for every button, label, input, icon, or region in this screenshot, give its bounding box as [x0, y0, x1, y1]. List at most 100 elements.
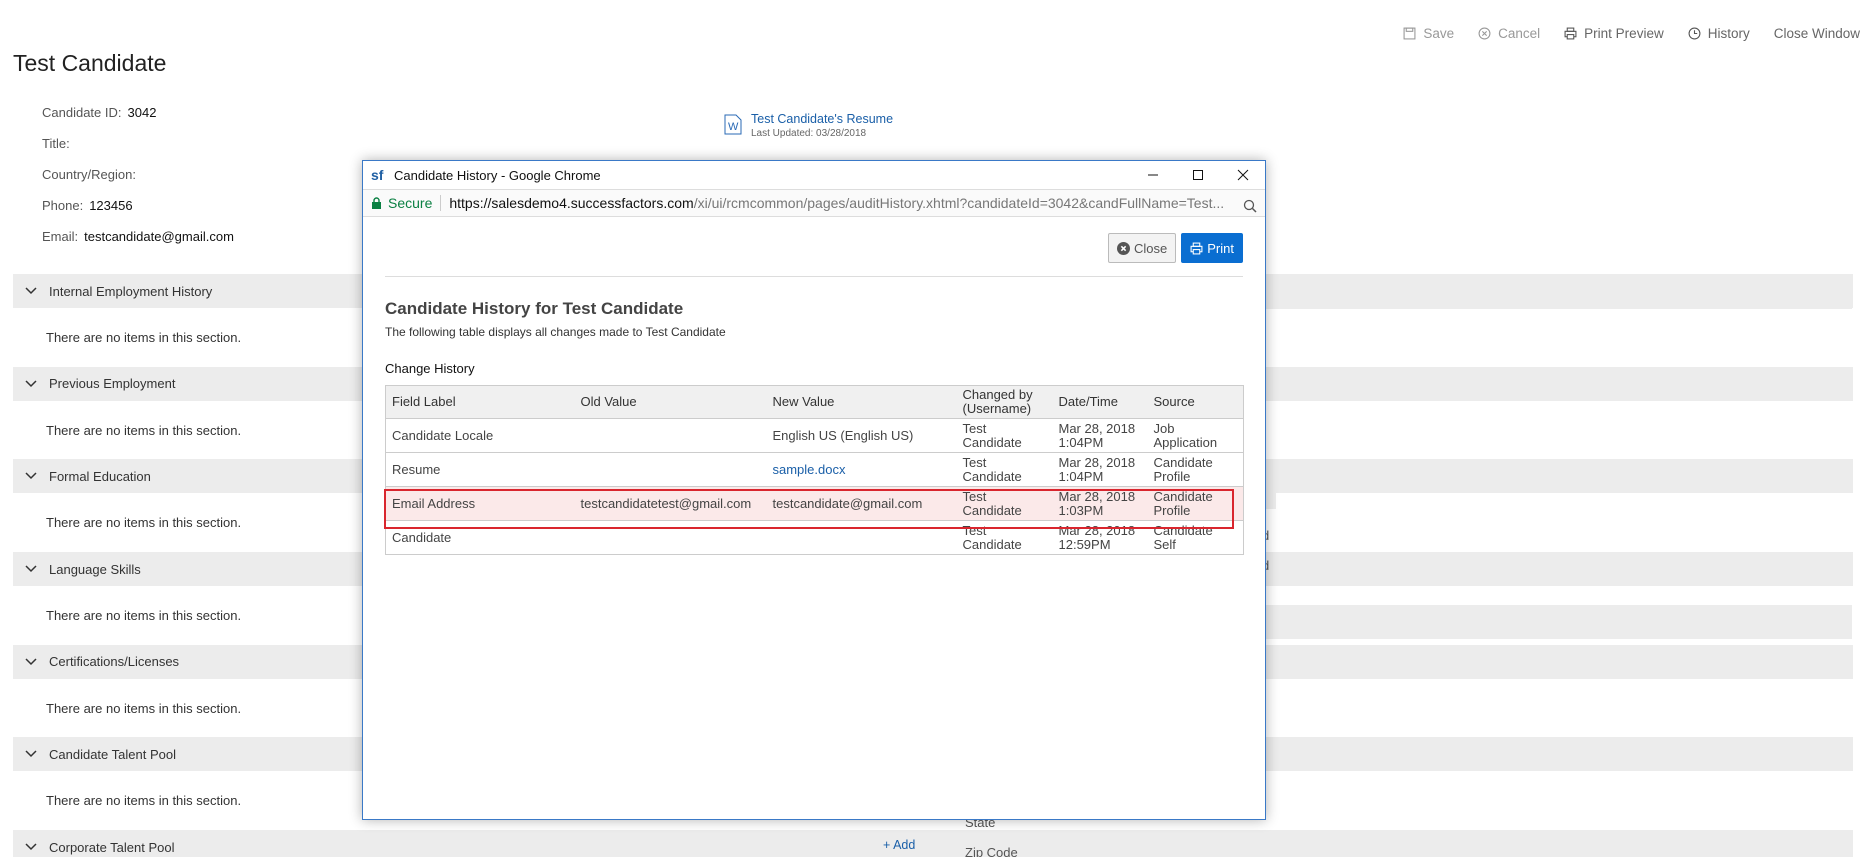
chevron-down-icon [25, 658, 37, 665]
address-separator [440, 195, 442, 211]
changed-by-cell: Test Candidate [956, 418, 1053, 453]
chevron-down-icon [25, 843, 37, 851]
svg-text:W: W [728, 121, 739, 133]
source-cell: Candidate Profile [1147, 486, 1244, 521]
candidate-history-window: sf Candidate History - Google Chrome Sec… [362, 160, 1266, 820]
chevron-down-icon [25, 380, 37, 387]
chevron-down-icon [25, 565, 37, 573]
section-header-bg [1266, 275, 1852, 309]
chevron-down-icon [25, 472, 37, 480]
date-time-cell: Mar 28, 2018 12:59PM [1052, 520, 1148, 555]
printer-icon [1190, 242, 1203, 254]
zoom-icon[interactable] [1243, 199, 1257, 213]
section-header-bg [1266, 367, 1852, 401]
column-header: Field Label [385, 385, 575, 419]
date-time-cell: Mar 28, 2018 1:04PM [1052, 418, 1148, 453]
column-header: New Value [766, 385, 957, 419]
column-header: Old Value [574, 385, 767, 419]
country-label: Country/Region: [42, 167, 136, 182]
source-cell: Candidate Self [1147, 520, 1244, 555]
field-label-cell: Email Address [385, 486, 575, 521]
source-cell: Candidate Profile [1147, 452, 1244, 487]
section-header-bg [1266, 475, 1276, 509]
history-subheading: The following table displays all changes… [385, 325, 726, 339]
print-preview-button[interactable]: Print Preview [1564, 26, 1664, 41]
table-row: Candidate Test Candidate Mar 28, 2018 12… [385, 520, 1244, 555]
url-host: https://salesdemo4.successfactors.com [449, 195, 694, 211]
section-header-bg [1266, 605, 1852, 639]
history-heading: Candidate History for Test Candidate [385, 299, 684, 318]
column-header: Changed by (Username) [956, 385, 1053, 419]
old-value-cell [574, 418, 767, 453]
source-cell: Job Application [1147, 418, 1244, 453]
field-label-cell: Candidate Locale [385, 418, 575, 453]
close-window-label: Close Window [1773, 26, 1860, 41]
address-bar[interactable]: Secure https://salesdemo4.successfactors… [363, 189, 1265, 217]
minimize-button[interactable] [1130, 161, 1175, 189]
section-corporate-talent-pool[interactable]: Corporate Talent Pool + Add [13, 830, 1853, 857]
resume-link[interactable]: Test Candidate's Resume [751, 112, 893, 126]
clock-icon [1688, 27, 1701, 40]
window-controls [1130, 161, 1265, 189]
add-button[interactable]: + Add [883, 838, 915, 852]
save-label: Save [1423, 26, 1455, 41]
close-circle-icon [1117, 241, 1131, 255]
chevron-down-icon [25, 750, 37, 758]
field-label-cell: Candidate [385, 520, 575, 555]
resume-attachment: W Test Candidate's Resume Last Updated: … [722, 112, 893, 139]
close-button[interactable]: Close [1108, 233, 1177, 263]
table-row: Resume sample.docx Test Candidate Mar 28… [385, 452, 1244, 487]
close-window-button[interactable]: Close Window [1774, 26, 1860, 41]
changed-by-cell: Test Candidate [956, 486, 1053, 521]
country-row: Country/Region: [42, 167, 234, 198]
divider [385, 276, 1243, 277]
candidate-id-row: Candidate ID: 3042 [42, 105, 234, 136]
print-button-label: Print [1207, 240, 1234, 256]
chevron-down-icon [25, 287, 37, 295]
page-title: Test Candidate [13, 50, 167, 76]
section-title: Corporate Talent Pool [49, 839, 175, 855]
old-value-cell: testcandidatetest@gmail.com [574, 486, 767, 521]
history-actions: Close Print [385, 233, 1243, 263]
word-document-icon: W [724, 114, 742, 135]
print-button[interactable]: Print [1181, 233, 1243, 263]
close-button-label: Close [1134, 240, 1168, 256]
window-title: Candidate History - Google Chrome [394, 167, 601, 183]
save-button[interactable]: Save [1403, 26, 1454, 41]
field-label-cell: Resume [385, 452, 575, 487]
minimize-icon [1147, 174, 1158, 176]
table-row-highlighted: Email Address testcandidatetest@gmail.co… [385, 486, 1244, 521]
candidate-info: Candidate ID: 3042 Title: Country/Region… [42, 105, 234, 260]
column-header: Date/Time [1052, 385, 1148, 419]
changed-by-cell: Test Candidate [956, 520, 1053, 555]
title-row: Title: [42, 136, 234, 167]
change-history-table: Field Label Old Value New Value Changed … [385, 385, 1244, 555]
old-value-cell [574, 452, 767, 487]
candidate-id-label: Candidate ID: [42, 105, 122, 120]
save-icon [1403, 27, 1416, 40]
cancel-button[interactable]: Cancel [1478, 26, 1540, 41]
candidate-id-value: 3042 [127, 105, 157, 120]
old-value-cell [574, 520, 767, 555]
cancel-label: Cancel [1498, 26, 1541, 41]
section-title: Language Skills [49, 561, 141, 577]
secure-label: Secure [388, 195, 433, 211]
maximize-button[interactable] [1175, 161, 1220, 189]
section-title: Internal Employment History [49, 283, 213, 299]
phone-value: 123456 [89, 198, 133, 213]
table-header-row: Field Label Old Value New Value Changed … [385, 385, 1244, 419]
section-title: Candidate Talent Pool [49, 746, 176, 762]
new-value-cell [766, 520, 957, 555]
resume-file-link[interactable]: sample.docx [766, 452, 957, 487]
close-icon [1237, 169, 1248, 181]
resume-updated: Last Updated: 03/28/2018 [751, 128, 867, 139]
maximize-icon [1192, 170, 1203, 180]
change-history-label: Change History [385, 361, 475, 376]
lock-icon [372, 197, 381, 209]
email-label: Email: [42, 229, 79, 244]
new-value-cell: testcandidate@gmail.com [766, 486, 957, 521]
close-window-x-button[interactable] [1220, 161, 1265, 189]
email-row: Email: testcandidate@gmail.com [42, 229, 234, 260]
cancel-icon [1478, 27, 1491, 40]
history-button[interactable]: History [1688, 26, 1750, 41]
